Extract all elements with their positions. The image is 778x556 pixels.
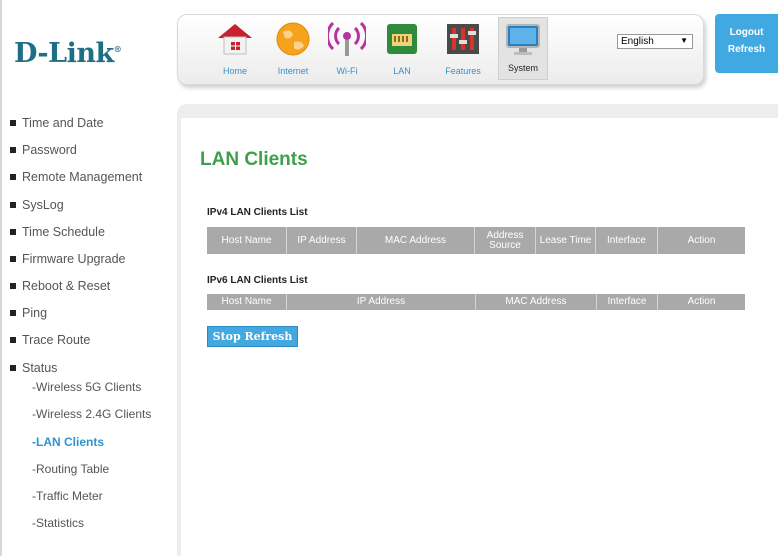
sidebar-item-password[interactable]: Password (10, 143, 77, 157)
ipv4-list-title: IPv4 LAN Clients List (207, 207, 308, 218)
sidebar-item-label: Reboot & Reset (22, 279, 111, 293)
wifi-icon (326, 20, 368, 58)
sidebar-item-label: Status (22, 361, 58, 375)
sidebar-item-remote-management[interactable]: Remote Management (10, 170, 142, 184)
chevron-down-icon: ▼ (680, 36, 688, 45)
logout-link[interactable]: Logout (715, 27, 778, 38)
sidebar-sub-routing-table[interactable]: -Routing Table (32, 462, 109, 476)
ipv4-col-ip-address: IP Address (287, 227, 357, 254)
sidebar-item-label: Remote Management (22, 170, 143, 184)
bullet-icon (10, 173, 16, 180)
nav-wifi-label: Wi-Fi (336, 66, 358, 76)
bullet-icon (10, 336, 16, 343)
nav-lan[interactable]: LAN (378, 20, 426, 82)
home-icon (216, 20, 254, 58)
globe-icon (274, 20, 312, 58)
ipv4-col-interface: Interface (596, 227, 658, 254)
refresh-link[interactable]: Refresh (715, 44, 778, 55)
nav-internet-label: Internet (277, 66, 309, 76)
nav-wifi[interactable]: Wi-Fi (323, 20, 371, 82)
sidebar-item-syslog[interactable]: SysLog (10, 198, 64, 212)
top-nav-bar: Home Internet Wi-Fi LAN Features System (177, 14, 704, 85)
nav-features[interactable]: Features (439, 20, 487, 82)
sidebar-item-label: Ping (22, 306, 48, 320)
bullet-icon (10, 364, 16, 371)
ipv4-col-address-source: Address Source (475, 227, 536, 254)
features-icon (444, 20, 482, 58)
nav-features-label: Features (445, 66, 481, 76)
sidebar-item-reboot-reset[interactable]: Reboot & Reset (10, 279, 110, 293)
stop-refresh-button[interactable]: Stop Refresh (207, 326, 298, 347)
sidebar-sub-traffic-meter[interactable]: -Traffic Meter (32, 489, 103, 503)
ipv6-col-mac-address: MAC Address (476, 294, 597, 310)
nav-system-label: System (507, 63, 538, 73)
sidebar-sub-wireless-5g[interactable]: -Wireless 5G Clients (32, 380, 141, 394)
monitor-icon (504, 21, 542, 59)
sidebar-sub-statistics[interactable]: -Statistics (32, 516, 84, 530)
bullet-icon (10, 146, 16, 153)
ipv4-col-mac-address: MAC Address (357, 227, 475, 254)
sidebar-item-label: SysLog (22, 198, 64, 212)
sidebar-sub-wireless-24g[interactable]: -Wireless 2.4G Clients (32, 407, 151, 421)
sidebar-item-status[interactable]: Status (10, 361, 57, 375)
logo-mark: ® (113, 44, 122, 54)
nav-home-label: Home (222, 66, 247, 76)
bullet-icon (10, 119, 16, 126)
ipv4-col-action: Action (687, 234, 716, 246)
nav-lan-label: LAN (393, 66, 411, 76)
sidebar-item-label: Firmware Upgrade (22, 252, 126, 266)
logo-text: D-Link (14, 38, 114, 69)
sidebar-item-firmware-upgrade[interactable]: Firmware Upgrade (10, 252, 126, 266)
bullet-icon (10, 228, 16, 235)
sidebar-item-trace-route[interactable]: Trace Route (10, 333, 90, 347)
sidebar-item-ping[interactable]: Ping (10, 306, 47, 320)
lan-icon (383, 20, 421, 58)
bullet-icon (10, 282, 16, 289)
ipv6-table-header: Host Name IP Address MAC Address Interfa… (207, 294, 745, 310)
sidebar-sub-lan-clients[interactable]: -LAN Clients (32, 435, 104, 449)
bullet-icon (10, 201, 16, 208)
bullet-icon (10, 255, 16, 262)
nav-internet[interactable]: Internet (269, 20, 317, 82)
account-box: Logout Refresh (715, 14, 778, 73)
page-title: LAN Clients (200, 149, 308, 170)
sidebar-item-label: Time Schedule (22, 225, 105, 239)
ipv4-col-lease-time: Lease Time (536, 227, 596, 254)
dlink-logo: D-Link® (14, 38, 122, 69)
ipv6-col-ip-address: IP Address (287, 294, 476, 310)
sidebar-item-label: Password (22, 143, 77, 157)
nav-system[interactable]: System (498, 17, 548, 80)
bullet-icon (10, 309, 16, 316)
ipv6-col-action: Action (687, 296, 716, 307)
sidebar-item-label: Trace Route (22, 333, 91, 347)
sidebar-item-time-schedule[interactable]: Time Schedule (10, 225, 105, 239)
ipv6-list-title: IPv6 LAN Clients List (207, 275, 308, 286)
ipv6-col-host-name: Host Name (207, 294, 287, 310)
frame-border (0, 0, 2, 556)
ipv4-table-header: Host Name IP Address MAC Address Address… (207, 227, 745, 254)
sidebar-item-label: Time and Date (22, 116, 104, 130)
language-select[interactable]: English ▼ (617, 34, 693, 49)
ipv4-col-host-name: Host Name (207, 227, 287, 254)
sidebar-item-time-and-date[interactable]: Time and Date (10, 116, 104, 130)
language-value: English (621, 36, 654, 47)
nav-home[interactable]: Home (211, 20, 259, 82)
ipv6-col-interface: Interface (597, 294, 658, 310)
